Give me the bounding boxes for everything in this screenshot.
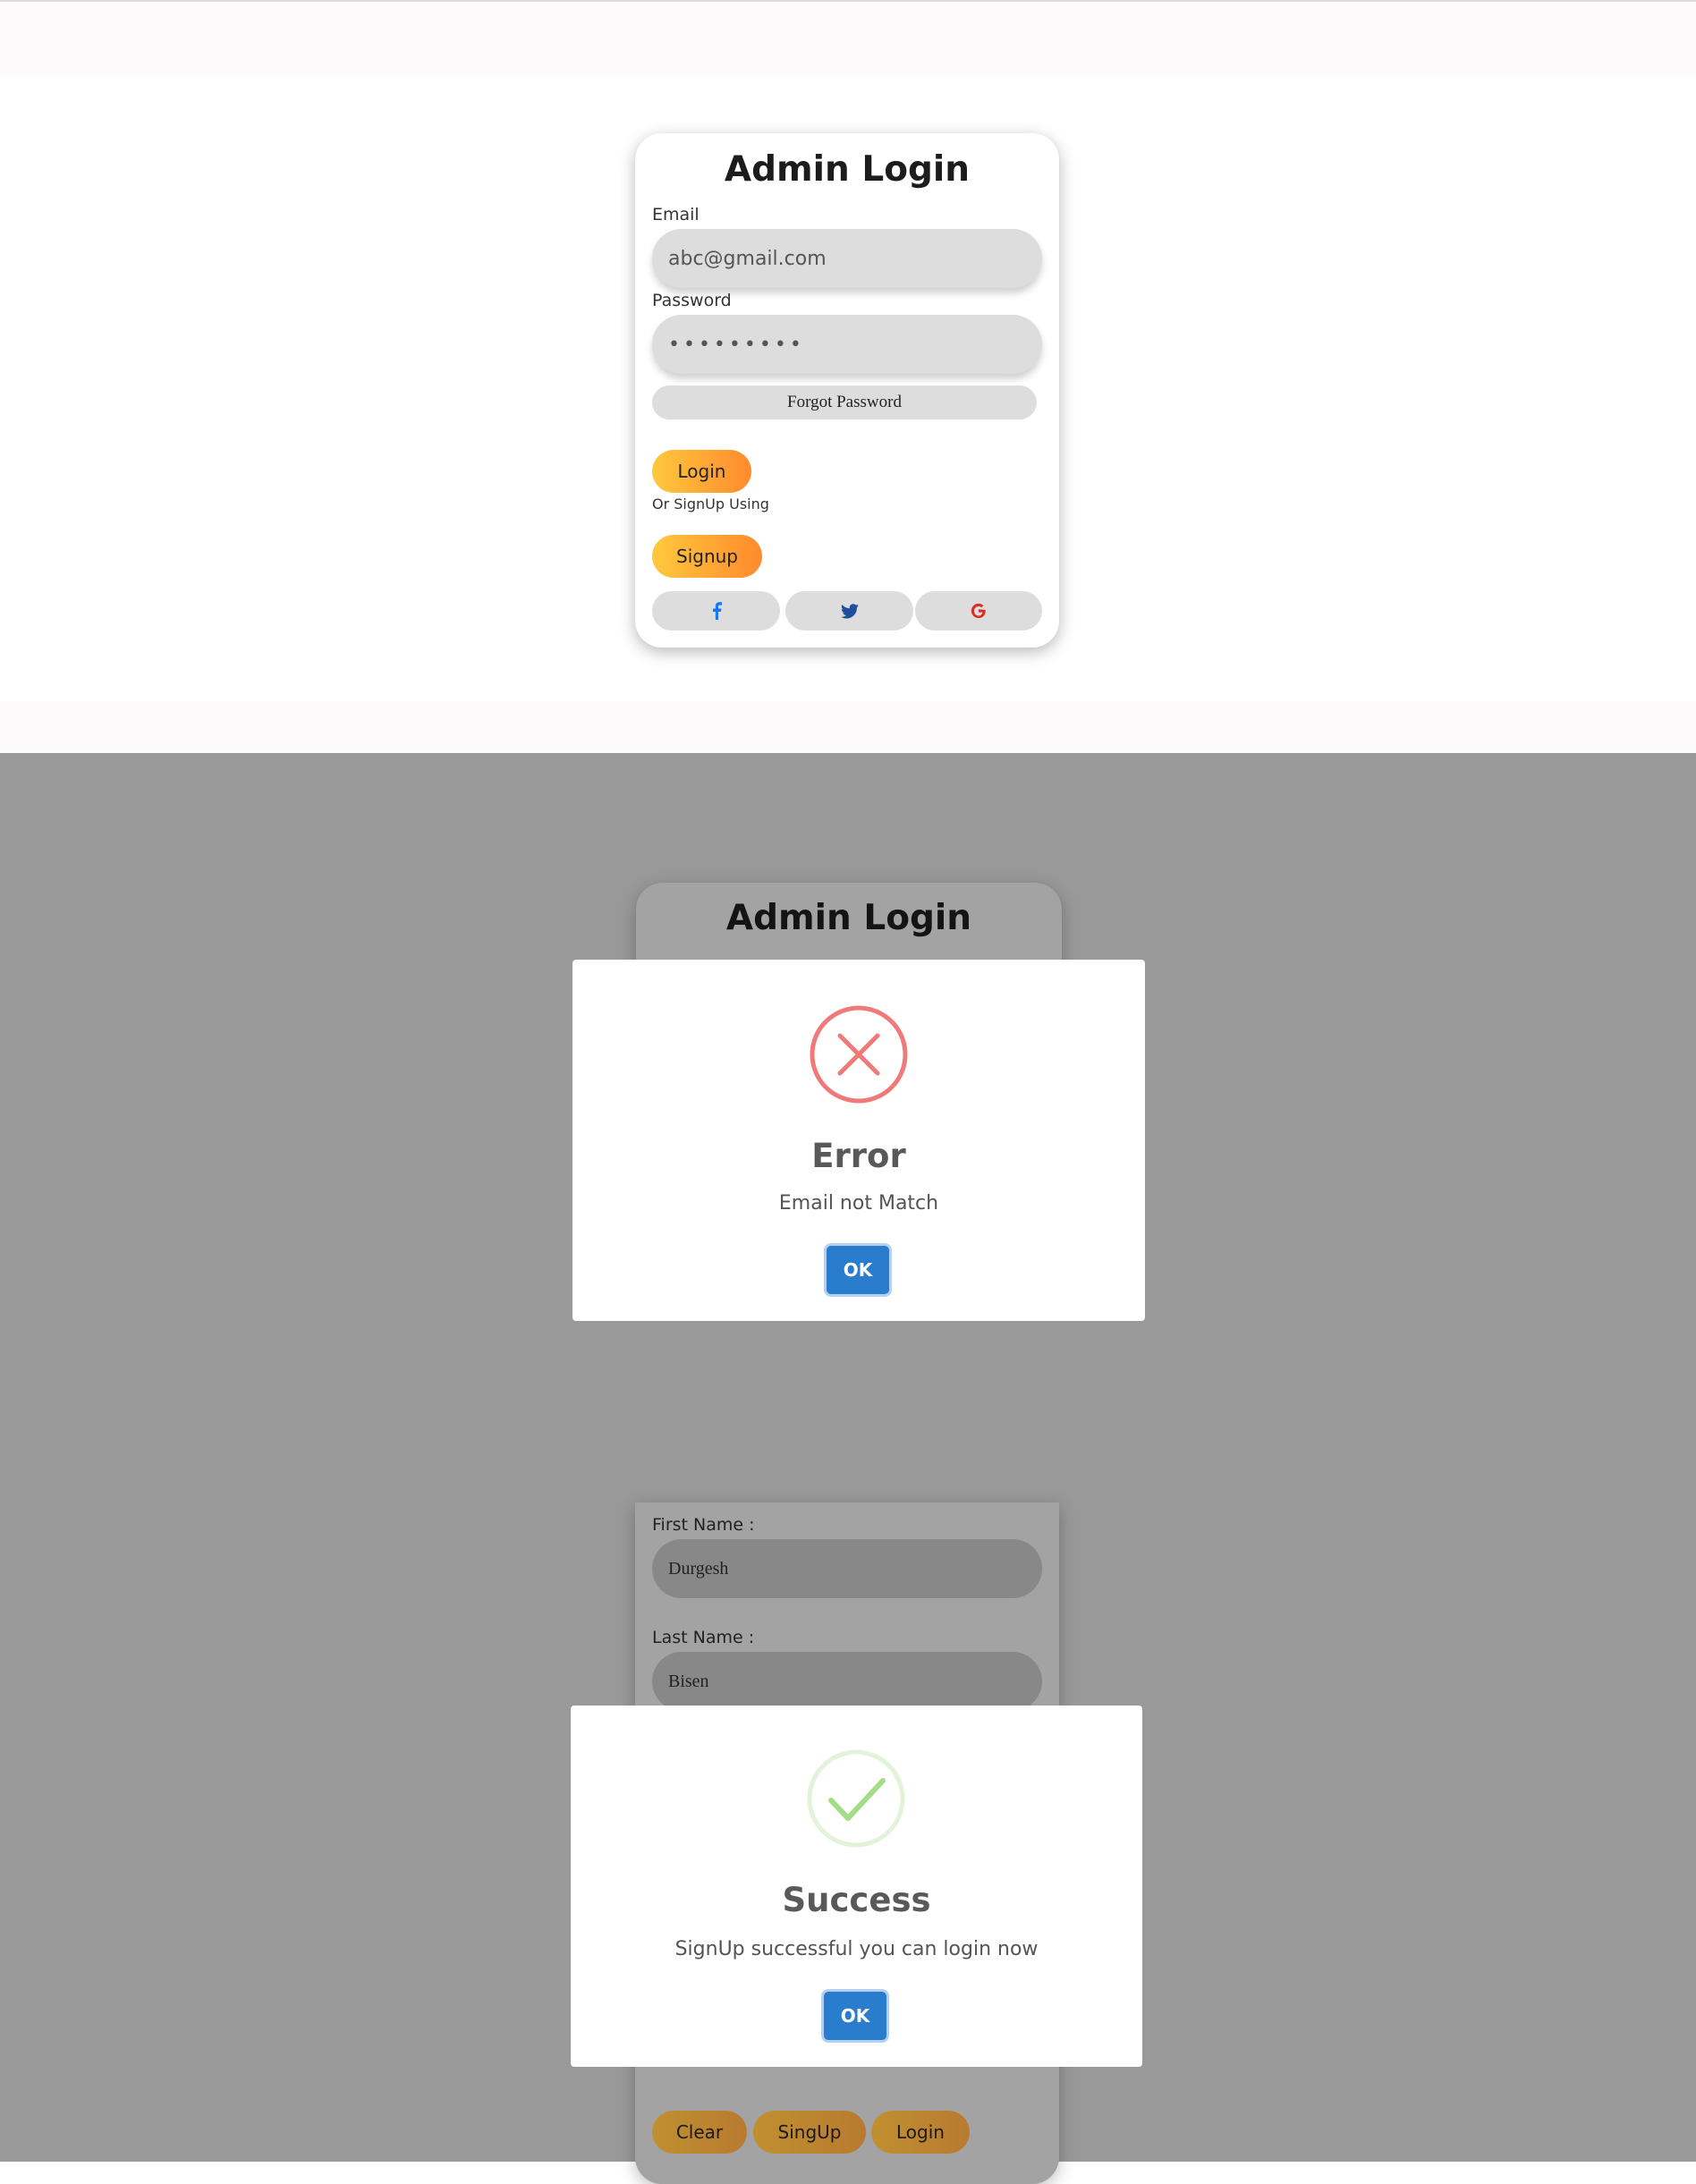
error-title: Error xyxy=(811,1137,906,1175)
last-name-label: Last Name : xyxy=(652,1628,755,1647)
first-name-field xyxy=(652,1539,1042,1598)
google-login-button[interactable] xyxy=(915,591,1042,631)
success-check-icon xyxy=(807,1749,905,1848)
twitter-icon xyxy=(840,603,859,618)
last-name-field xyxy=(652,1652,1042,1711)
login-button[interactable]: Login xyxy=(652,450,751,493)
success-title: Success xyxy=(782,1881,931,1919)
error-dialog: Error Email not Match OK xyxy=(572,960,1145,1321)
password-field[interactable] xyxy=(652,315,1042,374)
google-icon xyxy=(971,603,986,619)
login-title-dimmed: Admin Login xyxy=(725,898,972,938)
login-button-dimmed: Login xyxy=(871,2111,970,2154)
error-message: Email not Match xyxy=(778,1192,939,1215)
twitter-login-button[interactable] xyxy=(785,591,913,631)
login-card: Admin Login Email Password Forgot Passwo… xyxy=(635,133,1059,648)
success-ok-button[interactable]: OK xyxy=(824,1992,886,2040)
signup-button[interactable]: Signup xyxy=(652,535,762,578)
signup-button-dimmed: SingUp xyxy=(753,2111,866,2154)
clear-button-dimmed: Clear xyxy=(652,2111,747,2154)
password-label: Password xyxy=(652,291,732,310)
first-name-label: First Name : xyxy=(652,1515,755,1535)
success-message: SignUp successful you can login now xyxy=(674,1938,1039,1960)
email-field[interactable] xyxy=(652,229,1042,288)
forgot-password-button[interactable]: Forgot Password xyxy=(652,385,1037,419)
email-label: Email xyxy=(652,205,700,224)
facebook-login-button[interactable] xyxy=(652,591,780,631)
error-x-icon xyxy=(810,1005,908,1104)
login-title: Admin Login xyxy=(724,149,971,190)
error-screen-overlay: Admin Login Error Email not Match OK xyxy=(0,753,1696,1452)
success-dialog: Success SignUp successful you can login … xyxy=(571,1706,1142,2067)
error-ok-button[interactable]: OK xyxy=(827,1246,889,1294)
login-screen: Admin Login Email Password Forgot Passwo… xyxy=(0,0,1696,753)
success-screen-overlay: First Name : Last Name : Clear SingUp Lo… xyxy=(0,1452,1696,2184)
facebook-icon xyxy=(712,602,722,620)
or-signup-text: Or SignUp Using xyxy=(652,495,769,512)
